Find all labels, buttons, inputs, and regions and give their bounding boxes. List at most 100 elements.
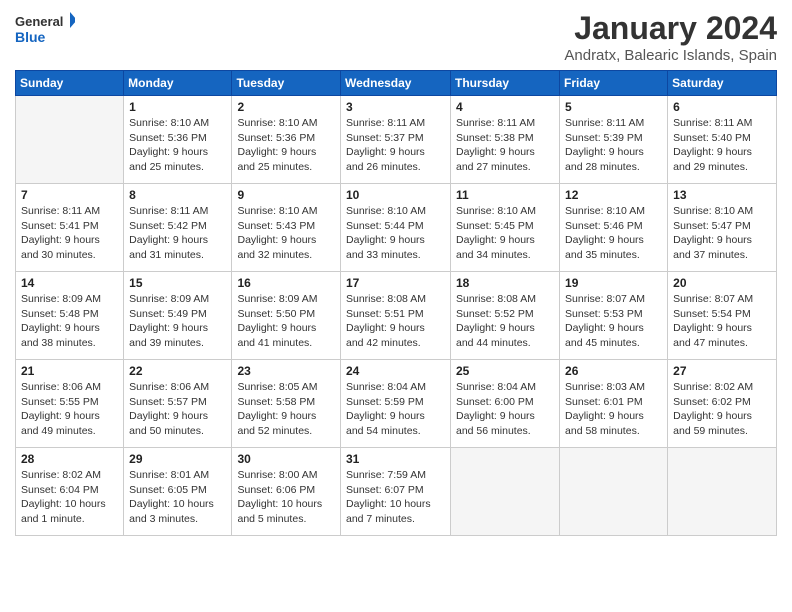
day-number: 7 bbox=[21, 188, 118, 202]
day-info: Sunrise: 8:07 AMSunset: 5:54 PMDaylight:… bbox=[673, 292, 771, 351]
day-cell: 21Sunrise: 8:06 AMSunset: 5:55 PMDayligh… bbox=[16, 360, 124, 448]
day-cell: 2 Sunrise: 8:10 AMSunset: 5:36 PMDaylight… bbox=[232, 96, 341, 184]
day-number: 12 bbox=[565, 188, 662, 202]
day-number: 10 bbox=[346, 188, 445, 202]
day-cell: 10 Sunrise: 8:10 AMSunset: 5:44 PMDayligh… bbox=[341, 184, 451, 272]
day-number: 29 bbox=[129, 452, 226, 466]
header-monday: Monday bbox=[124, 71, 232, 96]
day-number: 13 bbox=[673, 188, 771, 202]
day-info: Sunrise: 8:10 AMSunset: 5:44 PMDaylight:… bbox=[346, 204, 445, 263]
day-cell: 7 Sunrise: 8:11 AMSunset: 5:41 PMDaylight… bbox=[16, 184, 124, 272]
svg-text:Blue: Blue bbox=[15, 29, 46, 45]
day-number: 27 bbox=[673, 364, 771, 378]
svg-text:General: General bbox=[15, 14, 63, 29]
day-info: Sunrise: 8:11 AMSunset: 5:39 PMDaylight:… bbox=[565, 116, 662, 175]
page: General Blue January 2024 Andratx, Balea… bbox=[0, 0, 792, 612]
day-number: 5 bbox=[565, 100, 662, 114]
week-row-0: 1 Sunrise: 8:10 AMSunset: 5:36 PMDaylight… bbox=[16, 96, 777, 184]
calendar-table: SundayMondayTuesdayWednesdayThursdayFrid… bbox=[15, 70, 777, 536]
day-cell: 20Sunrise: 8:07 AMSunset: 5:54 PMDayligh… bbox=[668, 272, 777, 360]
day-cell bbox=[560, 448, 668, 536]
title-block: January 2024 Andratx, Balearic Islands, … bbox=[564, 10, 777, 64]
week-row-4: 28Sunrise: 8:02 AMSunset: 6:04 PMDayligh… bbox=[16, 448, 777, 536]
day-info: Sunrise: 8:01 AMSunset: 6:05 PMDaylight:… bbox=[129, 468, 226, 527]
month-title: January 2024 bbox=[564, 10, 777, 47]
day-number: 8 bbox=[129, 188, 226, 202]
day-info: Sunrise: 8:11 AMSunset: 5:42 PMDaylight:… bbox=[129, 204, 226, 263]
header-tuesday: Tuesday bbox=[232, 71, 341, 96]
day-cell: 5 Sunrise: 8:11 AMSunset: 5:39 PMDaylight… bbox=[560, 96, 668, 184]
day-number: 4 bbox=[456, 100, 554, 114]
day-cell: 31Sunrise: 7:59 AMSunset: 6:07 PMDayligh… bbox=[341, 448, 451, 536]
day-info: Sunrise: 8:06 AMSunset: 5:57 PMDaylight:… bbox=[129, 380, 226, 439]
day-number: 1 bbox=[129, 100, 226, 114]
day-info: Sunrise: 8:08 AMSunset: 5:51 PMDaylight:… bbox=[346, 292, 445, 351]
day-number: 6 bbox=[673, 100, 771, 114]
day-cell: 12Sunrise: 8:10 AMSunset: 5:46 PMDayligh… bbox=[560, 184, 668, 272]
header-thursday: Thursday bbox=[451, 71, 560, 96]
week-row-1: 7 Sunrise: 8:11 AMSunset: 5:41 PMDaylight… bbox=[16, 184, 777, 272]
day-info: Sunrise: 8:09 AMSunset: 5:50 PMDaylight:… bbox=[237, 292, 335, 351]
day-cell: 13 Sunrise: 8:10 AMSunset: 5:47 PMDayligh… bbox=[668, 184, 777, 272]
day-cell: 26 Sunrise: 8:03 AMSunset: 6:01 PMDayligh… bbox=[560, 360, 668, 448]
day-cell: 19Sunrise: 8:07 AMSunset: 5:53 PMDayligh… bbox=[560, 272, 668, 360]
week-row-3: 21Sunrise: 8:06 AMSunset: 5:55 PMDayligh… bbox=[16, 360, 777, 448]
day-cell: 29 Sunrise: 8:01 AMSunset: 6:05 PMDayligh… bbox=[124, 448, 232, 536]
logo-svg: General Blue bbox=[15, 10, 75, 50]
day-cell: 18Sunrise: 8:08 AMSunset: 5:52 PMDayligh… bbox=[451, 272, 560, 360]
day-info: Sunrise: 8:11 AMSunset: 5:40 PMDaylight:… bbox=[673, 116, 771, 175]
header-row: SundayMondayTuesdayWednesdayThursdayFrid… bbox=[16, 71, 777, 96]
day-cell: 24 Sunrise: 8:04 AMSunset: 5:59 PMDayligh… bbox=[341, 360, 451, 448]
header-wednesday: Wednesday bbox=[341, 71, 451, 96]
day-number: 22 bbox=[129, 364, 226, 378]
day-cell: 8 Sunrise: 8:11 AMSunset: 5:42 PMDaylight… bbox=[124, 184, 232, 272]
header-friday: Friday bbox=[560, 71, 668, 96]
day-number: 26 bbox=[565, 364, 662, 378]
day-info: Sunrise: 8:09 AMSunset: 5:49 PMDaylight:… bbox=[129, 292, 226, 351]
day-number: 21 bbox=[21, 364, 118, 378]
day-info: Sunrise: 8:00 AMSunset: 6:06 PMDaylight:… bbox=[237, 468, 335, 527]
day-info: Sunrise: 8:10 AMSunset: 5:45 PMDaylight:… bbox=[456, 204, 554, 263]
day-info: Sunrise: 8:10 AMSunset: 5:36 PMDaylight:… bbox=[237, 116, 335, 175]
day-cell bbox=[668, 448, 777, 536]
day-info: Sunrise: 8:02 AMSunset: 6:02 PMDaylight:… bbox=[673, 380, 771, 439]
logo: General Blue bbox=[15, 10, 75, 50]
day-info: Sunrise: 8:04 AMSunset: 5:59 PMDaylight:… bbox=[346, 380, 445, 439]
day-info: Sunrise: 8:07 AMSunset: 5:53 PMDaylight:… bbox=[565, 292, 662, 351]
day-cell: 6 Sunrise: 8:11 AMSunset: 5:40 PMDaylight… bbox=[668, 96, 777, 184]
day-cell: 16 Sunrise: 8:09 AMSunset: 5:50 PMDayligh… bbox=[232, 272, 341, 360]
day-info: Sunrise: 8:08 AMSunset: 5:52 PMDaylight:… bbox=[456, 292, 554, 351]
day-number: 16 bbox=[237, 276, 335, 290]
header-saturday: Saturday bbox=[668, 71, 777, 96]
day-cell: 30 Sunrise: 8:00 AMSunset: 6:06 PMDayligh… bbox=[232, 448, 341, 536]
day-info: Sunrise: 8:11 AMSunset: 5:41 PMDaylight:… bbox=[21, 204, 118, 263]
day-cell: 27 Sunrise: 8:02 AMSunset: 6:02 PMDayligh… bbox=[668, 360, 777, 448]
day-cell: 4 Sunrise: 8:11 AMSunset: 5:38 PMDaylight… bbox=[451, 96, 560, 184]
location-title: Andratx, Balearic Islands, Spain bbox=[564, 47, 777, 64]
day-info: Sunrise: 8:03 AMSunset: 6:01 PMDaylight:… bbox=[565, 380, 662, 439]
day-cell: 28Sunrise: 8:02 AMSunset: 6:04 PMDayligh… bbox=[16, 448, 124, 536]
header: General Blue January 2024 Andratx, Balea… bbox=[15, 10, 777, 64]
day-number: 15 bbox=[129, 276, 226, 290]
day-info: Sunrise: 8:10 AMSunset: 5:43 PMDaylight:… bbox=[237, 204, 335, 263]
day-number: 24 bbox=[346, 364, 445, 378]
day-info: Sunrise: 8:10 AMSunset: 5:36 PMDaylight:… bbox=[129, 116, 226, 175]
day-info: Sunrise: 8:10 AMSunset: 5:47 PMDaylight:… bbox=[673, 204, 771, 263]
day-info: Sunrise: 8:09 AMSunset: 5:48 PMDaylight:… bbox=[21, 292, 118, 351]
day-cell: 23Sunrise: 8:05 AMSunset: 5:58 PMDayligh… bbox=[232, 360, 341, 448]
day-cell: 17 Sunrise: 8:08 AMSunset: 5:51 PMDayligh… bbox=[341, 272, 451, 360]
day-number: 14 bbox=[21, 276, 118, 290]
day-info: Sunrise: 8:11 AMSunset: 5:38 PMDaylight:… bbox=[456, 116, 554, 175]
header-sunday: Sunday bbox=[16, 71, 124, 96]
day-number: 25 bbox=[456, 364, 554, 378]
day-number: 30 bbox=[237, 452, 335, 466]
day-number: 23 bbox=[237, 364, 335, 378]
day-cell: 15 Sunrise: 8:09 AMSunset: 5:49 PMDayligh… bbox=[124, 272, 232, 360]
day-number: 17 bbox=[346, 276, 445, 290]
day-number: 2 bbox=[237, 100, 335, 114]
day-cell: 1 Sunrise: 8:10 AMSunset: 5:36 PMDaylight… bbox=[124, 96, 232, 184]
day-info: Sunrise: 8:04 AMSunset: 6:00 PMDaylight:… bbox=[456, 380, 554, 439]
day-cell: 9 Sunrise: 8:10 AMSunset: 5:43 PMDaylight… bbox=[232, 184, 341, 272]
day-number: 3 bbox=[346, 100, 445, 114]
day-number: 9 bbox=[237, 188, 335, 202]
